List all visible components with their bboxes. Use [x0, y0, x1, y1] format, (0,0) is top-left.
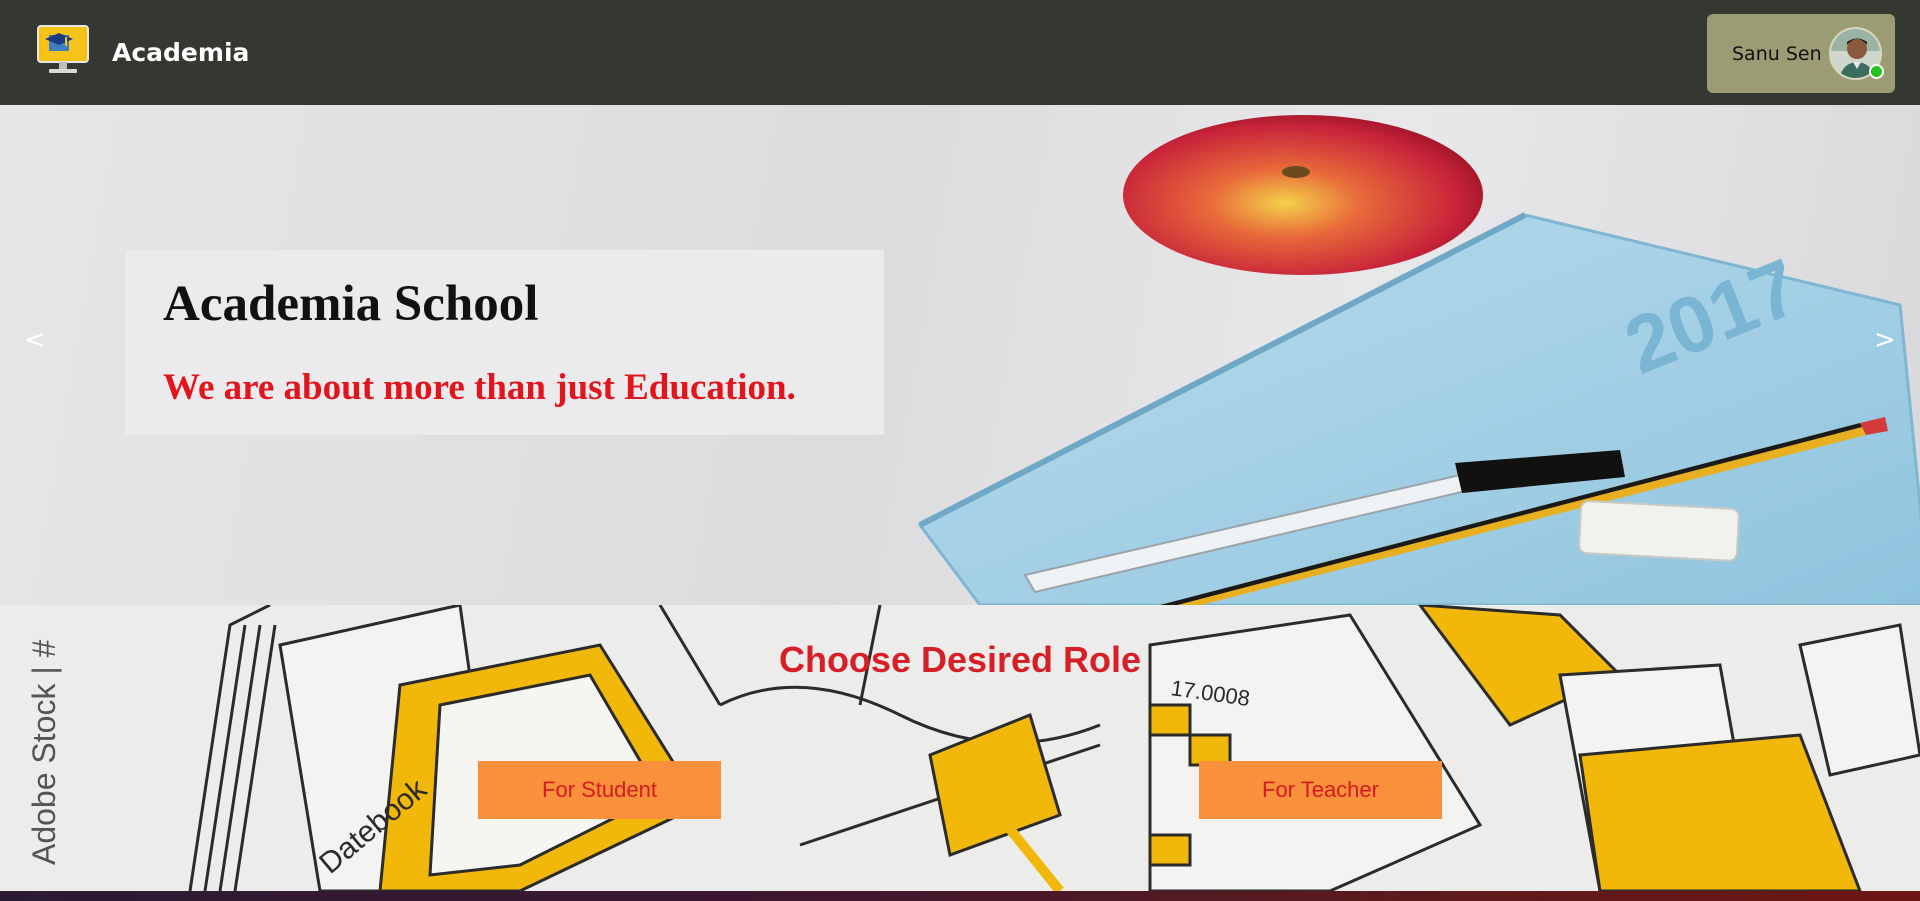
role-section-title: Choose Desired Role	[778, 639, 1142, 680]
carousel-prev-button[interactable]: <	[15, 310, 55, 370]
user-name: Sanu Sen	[1732, 43, 1822, 65]
hero-title: Academia School	[163, 276, 539, 332]
for-student-button[interactable]: For Student	[478, 761, 721, 819]
user-profile-button[interactable]: Sanu Sen	[1707, 14, 1895, 93]
for-teacher-button[interactable]: For Teacher	[1199, 761, 1442, 819]
brand-name[interactable]: Academia	[112, 38, 249, 68]
footer-edge	[0, 891, 1920, 901]
top-navbar: Academia Sanu Sen	[0, 0, 1920, 105]
carousel-next-button[interactable]: >	[1865, 310, 1905, 370]
hero-subtitle: We are about more than just Education.	[163, 367, 796, 408]
monitor-graduation-cap-icon[interactable]	[37, 25, 89, 75]
hero-carousel: 2017 Academia School We are about more t…	[0, 105, 1920, 605]
role-section: 17.0008 Datebook Adobe Stock | # Choose …	[0, 605, 1920, 891]
online-status-icon	[1869, 64, 1884, 79]
hero-caption: Academia School We are about more than j…	[125, 250, 884, 435]
